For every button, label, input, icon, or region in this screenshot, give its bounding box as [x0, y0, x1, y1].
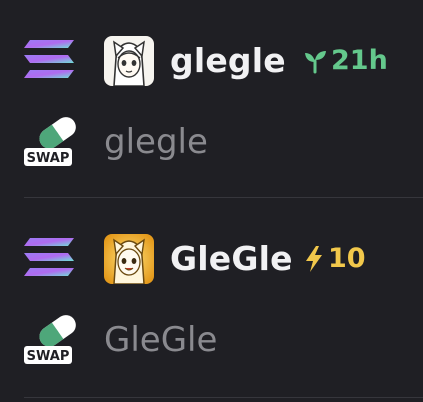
token-list: glegle 21h SWAP glegle GleGle 10 SWAP Gl…	[0, 0, 423, 402]
sprout-icon	[305, 51, 326, 74]
avatar[interactable]	[104, 234, 154, 284]
avatar[interactable]	[104, 36, 154, 86]
boost-badge-text: 10	[328, 243, 366, 274]
solana-icon	[24, 40, 74, 78]
swap-label: SWAP	[27, 151, 70, 166]
divider	[24, 397, 423, 398]
age-badge-text: 21h	[331, 45, 388, 76]
token-entry[interactable]: glegle 21h SWAP glegle	[0, 30, 423, 190]
swap-label: SWAP	[27, 349, 70, 364]
swap-pill-icon[interactable]: SWAP	[20, 310, 80, 366]
swap-token-name[interactable]: glegle	[104, 122, 208, 162]
anime-girl-avatar-icon	[104, 36, 154, 86]
solana-icon	[24, 238, 74, 276]
boost-badge: 10	[303, 243, 366, 275]
swap-pill-icon[interactable]: SWAP	[20, 112, 80, 168]
token-name[interactable]: glegle	[170, 42, 286, 80]
lightning-icon	[306, 246, 322, 272]
divider	[24, 197, 423, 198]
swap-token-name[interactable]: GleGle	[104, 320, 217, 360]
anime-girl-avatar-icon	[104, 234, 154, 284]
age-badge: 21h	[302, 45, 388, 77]
token-entry[interactable]: GleGle 10 SWAP GleGle	[0, 228, 423, 388]
token-name[interactable]: GleGle	[170, 240, 293, 278]
